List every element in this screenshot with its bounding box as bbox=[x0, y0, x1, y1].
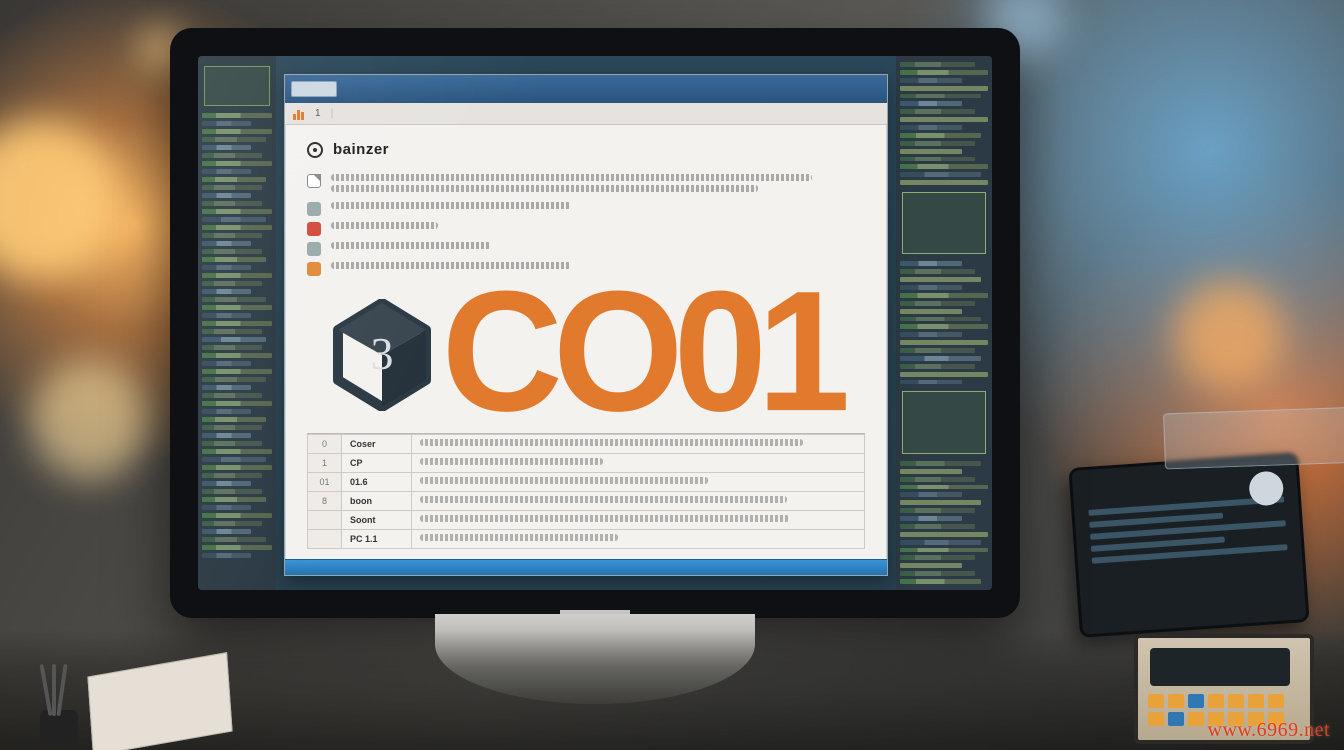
hero-logo: 3 CO01 bbox=[285, 251, 887, 451]
list-item bbox=[307, 202, 865, 216]
paper-stack bbox=[90, 654, 270, 744]
left-code-gutter bbox=[198, 56, 276, 590]
document-header: bainzer bbox=[307, 141, 865, 158]
right-code-gutter bbox=[896, 56, 992, 590]
row-index: 1 bbox=[308, 454, 342, 473]
pencil-cup bbox=[30, 664, 90, 744]
square-icon bbox=[307, 242, 321, 256]
table-row: 8boon bbox=[308, 492, 865, 511]
bokeh-orb bbox=[1174, 280, 1284, 390]
table-row: 1CP bbox=[308, 454, 865, 473]
row-key: Soont bbox=[342, 511, 412, 530]
list-item bbox=[307, 262, 865, 276]
bokeh-orb bbox=[30, 360, 150, 480]
floating-glass-panel bbox=[1163, 407, 1344, 470]
table-row: Soont bbox=[308, 511, 865, 530]
desk-foreground bbox=[0, 630, 1344, 750]
row-value bbox=[412, 454, 865, 473]
page-icon bbox=[307, 174, 321, 188]
table-row: 0101.6 bbox=[308, 473, 865, 492]
list-item bbox=[307, 222, 865, 236]
hero-logo-text: CO01 bbox=[442, 265, 841, 436]
square-icon bbox=[307, 202, 321, 216]
row-value bbox=[412, 530, 865, 549]
row-index: 0 bbox=[308, 435, 342, 454]
titlebar-tab-icon[interactable] bbox=[291, 81, 337, 97]
svg-text:3: 3 bbox=[370, 328, 393, 379]
row-value bbox=[412, 435, 865, 454]
row-value bbox=[412, 473, 865, 492]
list-item bbox=[307, 242, 865, 256]
document-body: bainzer bbox=[285, 125, 887, 559]
row-value bbox=[412, 492, 865, 511]
chart-icon[interactable] bbox=[293, 108, 305, 120]
watermark-text: www.6969.net bbox=[1208, 719, 1330, 742]
window-toolbar[interactable]: 1 | bbox=[285, 103, 887, 125]
row-key: 01.6 bbox=[342, 473, 412, 492]
document-window: 1 | bainzer bbox=[284, 74, 888, 576]
table-row: 0Coser bbox=[308, 435, 865, 454]
window-titlebar[interactable] bbox=[285, 75, 887, 103]
bokeh-orb bbox=[0, 120, 120, 280]
properties-table: 0Coser1CP0101.68boonSoontPC 1.1 bbox=[307, 433, 865, 549]
square-icon bbox=[307, 222, 321, 236]
row-index: 01 bbox=[308, 473, 342, 492]
row-key: Coser bbox=[342, 435, 412, 454]
toolbar-separator: | bbox=[331, 108, 334, 119]
window-statusbar bbox=[285, 559, 887, 575]
square-icon bbox=[307, 262, 321, 276]
row-index: 8 bbox=[308, 492, 342, 511]
row-key: PC 1.1 bbox=[342, 530, 412, 549]
document-title: bainzer bbox=[333, 141, 389, 158]
table-row: PC 1.1 bbox=[308, 530, 865, 549]
row-value bbox=[412, 511, 865, 530]
row-key: CP bbox=[342, 454, 412, 473]
secondary-tablet bbox=[1068, 452, 1309, 638]
hex-logo-icon: 3 bbox=[332, 299, 432, 411]
row-index bbox=[308, 511, 342, 530]
record-icon bbox=[307, 142, 323, 158]
imac-monitor: 1 | bainzer bbox=[170, 28, 1020, 618]
desktop-screen: 1 | bainzer bbox=[198, 56, 992, 590]
row-key: boon bbox=[342, 492, 412, 511]
toolbar-item[interactable]: 1 bbox=[315, 108, 321, 119]
row-index bbox=[308, 530, 342, 549]
list-item bbox=[307, 174, 865, 196]
